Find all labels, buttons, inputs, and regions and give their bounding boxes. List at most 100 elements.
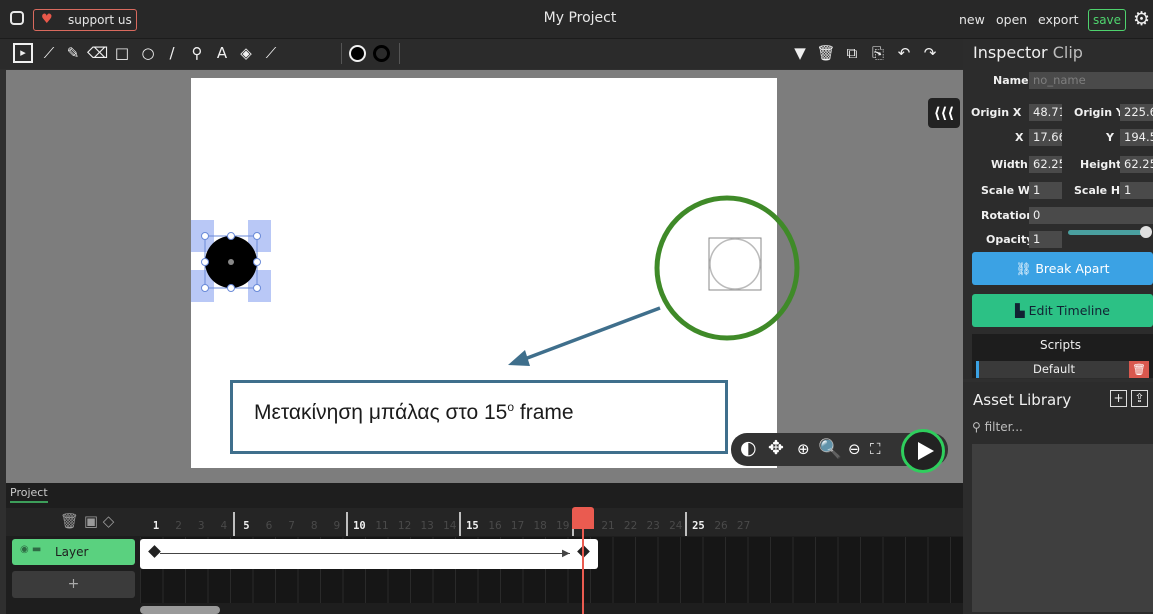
- frame-number[interactable]: 23: [643, 520, 663, 532]
- pan-icon[interactable]: ✥: [768, 437, 784, 459]
- highlight-circle: [654, 195, 800, 341]
- height-field[interactable]: 62.25: [1120, 156, 1153, 173]
- frame-number[interactable]: 5: [236, 520, 256, 532]
- frame-number[interactable]: 26: [711, 520, 731, 532]
- opacity-label: Opacity: [986, 233, 1034, 246]
- add-asset-icon[interactable]: +: [1110, 390, 1127, 407]
- playhead-line: [582, 525, 584, 614]
- scripts-label: Scripts: [1040, 338, 1082, 352]
- frame-number[interactable]: 10: [349, 520, 369, 532]
- height-label: Height: [1080, 158, 1122, 171]
- add-keyframe-icon[interactable]: ◇: [103, 512, 115, 530]
- layer-name[interactable]: Layer: [55, 545, 88, 559]
- onion-skin-icon[interactable]: ◐: [740, 437, 757, 459]
- frame-number[interactable]: 18: [530, 520, 550, 532]
- origin-x-label: Origin X: [971, 106, 1022, 119]
- x-label: X: [1015, 131, 1024, 144]
- zoom-in-icon[interactable]: ⊕: [797, 440, 810, 458]
- frame-number[interactable]: 15: [462, 520, 482, 532]
- frame-number[interactable]: 8: [304, 520, 324, 532]
- frame-number[interactable]: 21: [598, 520, 618, 532]
- scale-h-field[interactable]: 1: [1120, 182, 1153, 199]
- frame-number[interactable]: 1: [146, 520, 166, 532]
- frame-number[interactable]: 6: [259, 520, 279, 532]
- edit-timeline-icon: ▙: [1015, 303, 1029, 318]
- frame-number[interactable]: 2: [169, 520, 189, 532]
- export-menu-link[interactable]: export: [1038, 12, 1079, 27]
- asset-library-title: Asset Library: [973, 391, 1072, 409]
- ball-selection[interactable]: [191, 220, 271, 302]
- layer-tools: 🗑 ▣ ◇: [60, 512, 114, 530]
- frame-number[interactable]: 22: [621, 520, 641, 532]
- rotation-label: Rotation: [981, 209, 1035, 222]
- frame-number[interactable]: 27: [734, 520, 754, 532]
- frame-number[interactable]: 19: [553, 520, 573, 532]
- layer-visibility-lock-icons[interactable]: ◉ ▬: [20, 544, 41, 555]
- frame-number[interactable]: 9: [327, 520, 347, 532]
- delete-layer-icon[interactable]: 🗑: [60, 512, 79, 530]
- import-asset-icon[interactable]: ⇪: [1131, 390, 1148, 407]
- annotation-arrowhead: [508, 350, 530, 366]
- frame-number[interactable]: 11: [372, 520, 392, 532]
- frame-number[interactable]: 12: [395, 520, 415, 532]
- frame-tick: [233, 512, 236, 536]
- opacity-slider[interactable]: [1068, 230, 1150, 235]
- name-field[interactable]: no_name: [1029, 72, 1153, 89]
- settings-gear-icon[interactable]: ⚙: [1133, 8, 1150, 30]
- name-label: Name: [993, 74, 1029, 87]
- scale-w-field[interactable]: 1: [1029, 182, 1062, 199]
- opacity-field[interactable]: 1: [1029, 231, 1062, 248]
- frame-number[interactable]: 25: [688, 520, 708, 532]
- zoom-icon[interactable]: 🔍: [818, 437, 842, 460]
- y-field[interactable]: 194.5: [1120, 129, 1153, 146]
- save-button[interactable]: save: [1088, 9, 1126, 31]
- frame-tick: [459, 512, 462, 536]
- open-menu-link[interactable]: open: [996, 12, 1027, 27]
- frame-number[interactable]: 14: [440, 520, 460, 532]
- frame-tick: [685, 512, 688, 536]
- delete-script-icon[interactable]: 🗑: [1129, 361, 1149, 378]
- rotation-field[interactable]: 0: [1029, 207, 1153, 224]
- tween-arrow-icon: ▶: [562, 548, 570, 559]
- add-tween-icon[interactable]: ▣: [84, 512, 98, 530]
- frame-number[interactable]: 4: [214, 520, 234, 532]
- add-layer-button[interactable]: +: [12, 571, 135, 598]
- x-field[interactable]: 17.66: [1029, 129, 1062, 146]
- origin-y-field[interactable]: 225.6: [1120, 104, 1153, 121]
- collapse-panel-button[interactable]: ⟨⟨⟨: [928, 98, 960, 128]
- default-script-item[interactable]: Default: [976, 361, 1129, 378]
- asset-search[interactable]: ⚲ filter...: [972, 420, 1153, 442]
- width-field[interactable]: 62.25: [1029, 156, 1062, 173]
- tween-frame[interactable]: [140, 539, 598, 569]
- frame-number[interactable]: 17: [508, 520, 528, 532]
- asset-list: [972, 444, 1153, 612]
- width-label: Width: [991, 158, 1028, 171]
- opacity-slider-thumb[interactable]: [1140, 226, 1152, 238]
- project-tab[interactable]: Project: [10, 486, 48, 503]
- frame-number[interactable]: 16: [485, 520, 505, 532]
- annotation-text: Μετακίνηση μπάλας στο 15ο frame: [254, 400, 574, 424]
- ghost-ball: [708, 237, 762, 291]
- play-icon: [918, 442, 934, 460]
- annotation-arrow: [521, 306, 661, 362]
- break-apart-button[interactable]: ⛓ Break Apart: [972, 252, 1153, 285]
- y-label: Y: [1106, 131, 1114, 144]
- frame-tick: [346, 512, 349, 536]
- origin-y-label: Origin Y: [1074, 106, 1124, 119]
- frame-number[interactable]: 3: [191, 520, 211, 532]
- zoom-out-icon[interactable]: ⊖: [848, 440, 861, 458]
- frame-number[interactable]: 24: [666, 520, 686, 532]
- frame-number[interactable]: 7: [282, 520, 302, 532]
- break-apart-icon: ⛓: [1015, 261, 1036, 276]
- play-button[interactable]: [901, 429, 945, 473]
- scale-h-label: Scale H: [1074, 184, 1121, 197]
- scale-w-label: Scale W: [981, 184, 1031, 197]
- timeline-scrollbar[interactable]: [140, 606, 220, 614]
- frame-number[interactable]: 13: [417, 520, 437, 532]
- tween-line: [160, 553, 570, 554]
- origin-x-field[interactable]: 48.71: [1029, 104, 1062, 121]
- fit-screen-icon[interactable]: ⛶: [870, 440, 881, 458]
- edit-timeline-button[interactable]: ▙ Edit Timeline: [972, 294, 1153, 327]
- search-icon: ⚲: [972, 420, 985, 434]
- inspector-title: Inspector Clip: [973, 43, 1083, 62]
